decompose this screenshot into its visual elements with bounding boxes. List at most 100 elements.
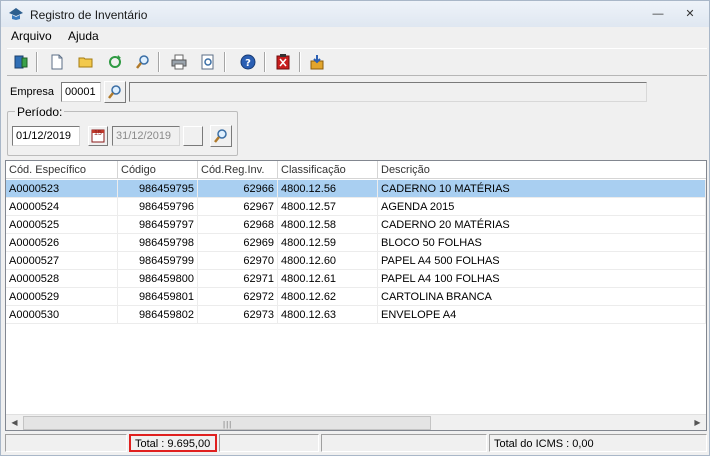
cell-cod-reg-inv: 62969: [198, 234, 278, 252]
cell-classificacao: 4800.12.57: [278, 198, 378, 216]
inventory-grid: Cód. Específico Código Cód.Reg.Inv. Clas…: [5, 160, 707, 431]
column-header-descricao[interactable]: Descrição: [378, 161, 706, 179]
horizontal-scrollbar[interactable]: ◀ ||| ▶: [6, 414, 706, 430]
cell-codigo: 986459795: [118, 180, 198, 198]
toolbar-separator: [264, 52, 266, 72]
help-button[interactable]: ?: [237, 51, 259, 73]
print-preview-button[interactable]: [197, 51, 219, 73]
cell-descricao: BLOCO 50 FOLHAS: [378, 234, 706, 252]
status-total: Total : 9.695,00: [129, 434, 217, 452]
cell-classificacao: 4800.12.56: [278, 180, 378, 198]
export-icon: [310, 55, 324, 70]
column-header-cod-especifico[interactable]: Cód. Específico: [6, 161, 118, 179]
search-button[interactable]: [132, 51, 154, 73]
table-row[interactable]: A0000528 986459800 62971 4800.12.61 PAPEL A4…: [6, 270, 706, 288]
table-row[interactable]: A0000524 986459796 62967 4800.12.57 AGENDA 2…: [6, 198, 706, 216]
menu-bar: Arquivo Ajuda: [1, 27, 709, 45]
cell-codigo: 986459799: [118, 252, 198, 270]
cell-cod-especifico: A0000523: [6, 180, 118, 198]
menu-ajuda[interactable]: Ajuda: [68, 29, 99, 43]
title-bar: Registro de Inventário — ✕: [1, 1, 709, 27]
cell-cod-reg-inv: 62968: [198, 216, 278, 234]
status-panel-empty: [5, 434, 127, 452]
printer-icon: [171, 54, 187, 70]
empresa-label: Empresa: [10, 86, 55, 98]
cell-cod-especifico: A0000530: [6, 306, 118, 324]
search-icon: [136, 55, 149, 69]
toolbar-separator: [224, 52, 226, 72]
exit-button[interactable]: [10, 51, 32, 73]
minimize-button[interactable]: —: [649, 7, 667, 21]
date-to-input: 31/12/2019: [112, 126, 180, 146]
cell-codigo: 986459796: [118, 198, 198, 216]
cell-codigo: 986459801: [118, 288, 198, 306]
periodo-label: Período:: [15, 105, 65, 119]
scroll-right-icon[interactable]: ▶: [689, 415, 706, 430]
table-row[interactable]: A0000526 986459798 62969 4800.12.59 BLOCO 50…: [6, 234, 706, 252]
search-icon: [108, 85, 121, 99]
cell-codigo: 986459798: [118, 234, 198, 252]
window-title: Registro de Inventário: [30, 8, 148, 22]
grid-header: Cód. Específico Código Cód.Reg.Inv. Clas…: [6, 161, 706, 179]
cell-classificacao: 4800.12.59: [278, 234, 378, 252]
periodo-search-button[interactable]: [210, 125, 232, 147]
cell-descricao: CADERNO 10 MATÉRIAS: [378, 180, 706, 198]
close-button[interactable]: ✕: [681, 7, 699, 21]
refresh-button[interactable]: [104, 51, 126, 73]
table-row[interactable]: A0000530 986459802 62973 4800.12.63 ENVELOPE…: [6, 306, 706, 324]
scroll-grip-icon: |||: [223, 420, 233, 429]
toolbar-separator: [36, 52, 38, 72]
date-from-input[interactable]: 01/12/2019: [12, 126, 80, 146]
status-total-icms: Total do ICMS : 0,00: [489, 434, 707, 452]
cell-descricao: PAPEL A4 100 FOLHAS: [378, 270, 706, 288]
cell-classificacao: 4800.12.58: [278, 216, 378, 234]
cell-descricao: CARTOLINA BRANCA: [378, 288, 706, 306]
table-row[interactable]: A0000523 986459795 62966 4800.12.56 CADERNO …: [6, 180, 706, 198]
cell-classificacao: 4800.12.60: [278, 252, 378, 270]
scroll-thumb[interactable]: |||: [23, 416, 431, 430]
cell-cod-reg-inv: 62970: [198, 252, 278, 270]
cell-cod-especifico: A0000527: [6, 252, 118, 270]
cell-cod-reg-inv: 62972: [198, 288, 278, 306]
toolbar: ?: [7, 48, 707, 76]
cell-cod-especifico: A0000524: [6, 198, 118, 216]
app-icon: [9, 8, 23, 20]
cell-classificacao: 4800.12.63: [278, 306, 378, 324]
table-row[interactable]: A0000525 986459797 62968 4800.12.58 CADERNO …: [6, 216, 706, 234]
table-row[interactable]: A0000529 986459801 62972 4800.12.62 CARTOLIN…: [6, 288, 706, 306]
menu-arquivo[interactable]: Arquivo: [11, 29, 52, 43]
cell-cod-especifico: A0000525: [6, 216, 118, 234]
print-preview-icon: [201, 54, 214, 70]
toolbar-separator: [158, 52, 160, 72]
cell-cod-especifico: A0000526: [6, 234, 118, 252]
cell-descricao: ENVELOPE A4: [378, 306, 706, 324]
cell-cod-especifico: A0000529: [6, 288, 118, 306]
column-header-cod-reg-inv[interactable]: Cód.Reg.Inv.: [198, 161, 278, 179]
open-button[interactable]: [75, 51, 97, 73]
export-button[interactable]: [306, 51, 328, 73]
print-button[interactable]: [168, 51, 190, 73]
status-panel-empty: [321, 434, 487, 452]
empresa-code-input[interactable]: 00001: [61, 82, 101, 102]
cell-codigo: 986459800: [118, 270, 198, 288]
cell-classificacao: 4800.12.62: [278, 288, 378, 306]
svg-text:?: ?: [245, 58, 251, 69]
new-button[interactable]: [46, 51, 68, 73]
cell-codigo: 986459802: [118, 306, 198, 324]
new-document-icon: [51, 54, 63, 70]
empresa-search-button[interactable]: [104, 81, 126, 103]
main-window: Registro de Inventário — ✕ Arquivo Ajuda: [0, 0, 710, 456]
refresh-icon: [109, 55, 121, 68]
scroll-left-icon[interactable]: ◀: [6, 415, 23, 430]
column-header-codigo[interactable]: Código: [118, 161, 198, 179]
delete-button[interactable]: [272, 51, 294, 73]
cell-descricao: PAPEL A4 500 FOLHAS: [378, 252, 706, 270]
status-panel-empty: [219, 434, 319, 452]
exit-icon: [14, 55, 28, 69]
cell-cod-reg-inv: 62966: [198, 180, 278, 198]
cell-codigo: 986459797: [118, 216, 198, 234]
column-header-classificacao[interactable]: Classificação: [278, 161, 378, 179]
date-to-picker-button[interactable]: [183, 126, 203, 146]
table-row[interactable]: A0000527 986459799 62970 4800.12.60 PAPEL A4…: [6, 252, 706, 270]
calendar-day-label: 15: [94, 130, 102, 137]
